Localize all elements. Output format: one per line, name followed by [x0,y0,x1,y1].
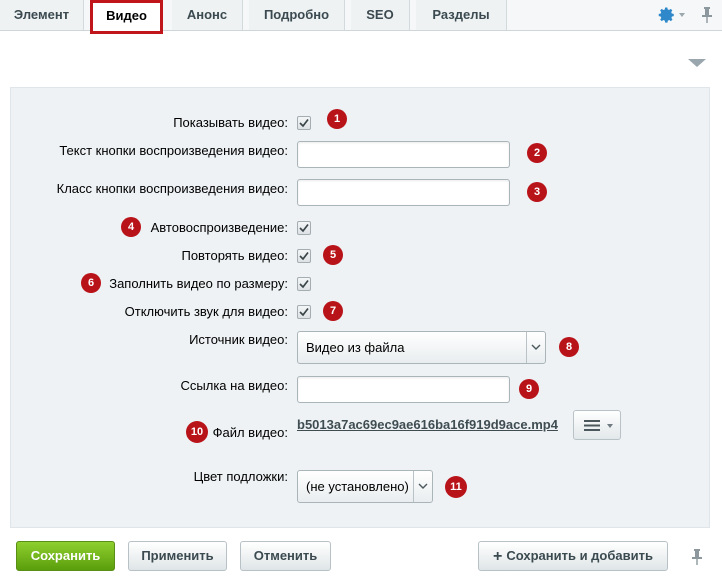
pin-icon[interactable] [690,548,704,566]
fit-video-checkbox[interactable] [297,277,311,291]
select-arrow [526,332,545,363]
save-and-add-button[interactable]: + Сохранить и добавить [478,541,668,571]
play-button-text-label: Текст кнопки воспроизведения видео: [59,143,288,158]
badge-9: 9 [519,379,539,399]
pin-icon[interactable] [700,6,714,24]
badge-3: 3 [527,182,547,202]
loop-checkbox[interactable] [297,249,311,263]
badge-10: 10 [186,421,208,443]
video-file-link[interactable]: b5013a7ac69ec9ae616ba16f919d9ace.mp4 [297,417,558,432]
badge-5: 5 [323,245,343,265]
video-source-label: Источник видео: [189,332,288,347]
tab-announce[interactable]: Анонс [172,0,243,30]
plus-icon: + [493,548,503,565]
video-link-label: Ссылка на видео: [180,378,288,393]
collapse-arrow-icon[interactable] [688,59,706,67]
fit-video-label: Заполнить видео по размеру: [109,276,288,291]
chevron-down-icon[interactable] [679,13,685,17]
tab-element[interactable]: Элемент [0,0,84,30]
cancel-button[interactable]: Отменить [240,541,331,571]
apply-button[interactable]: Применить [128,541,227,571]
save-button[interactable]: Сохранить [16,541,115,571]
play-button-class-input[interactable] [297,179,510,206]
autoplay-checkbox[interactable] [297,221,311,235]
video-source-select[interactable]: Видео из файла [297,331,546,364]
bg-color-label: Цвет подложки: [193,469,288,484]
badge-6: 6 [81,273,101,293]
chevron-down-icon [607,424,613,428]
bg-color-value: (не установлено) [306,479,409,494]
show-video-label: Показывать видео: [173,115,288,130]
select-arrow [413,471,432,502]
gear-icon[interactable] [658,6,676,24]
loop-label: Повторять видео: [181,248,288,263]
tab-bar: Элемент Видео Анонс Подробно SEO Разделы [0,0,722,34]
bg-color-select[interactable]: (не установлено) [297,470,433,503]
tab-sections[interactable]: Разделы [416,0,507,30]
badge-4: 4 [121,217,141,237]
badge-1: 1 [327,109,347,129]
tab-details[interactable]: Подробно [249,0,345,30]
video-link-input[interactable] [297,376,510,403]
play-button-text-input[interactable] [297,141,510,168]
chevron-down-icon [418,483,428,489]
autoplay-label: Автовоспроизведение: [150,220,288,235]
tab-video[interactable]: Видео [90,0,163,34]
video-file-label: Файл видео: [212,425,288,440]
play-button-class-label: Класс кнопки воспроизведения видео: [56,181,288,196]
badge-7: 7 [323,301,343,321]
badge-8: 8 [559,337,579,357]
menu-icon [584,420,600,431]
mute-label: Отключить звук для видео: [124,304,288,319]
badge-11: 11 [445,476,467,498]
badge-2: 2 [527,143,547,163]
video-source-value: Видео из файла [306,340,405,355]
show-video-checkbox[interactable] [297,116,311,130]
tab-settings-area [652,0,722,30]
tab-seo[interactable]: SEO [351,0,410,30]
save-and-add-label: Сохранить и добавить [506,548,653,563]
chevron-down-icon [531,344,541,350]
file-menu-button[interactable] [573,410,621,440]
mute-checkbox[interactable] [297,305,311,319]
